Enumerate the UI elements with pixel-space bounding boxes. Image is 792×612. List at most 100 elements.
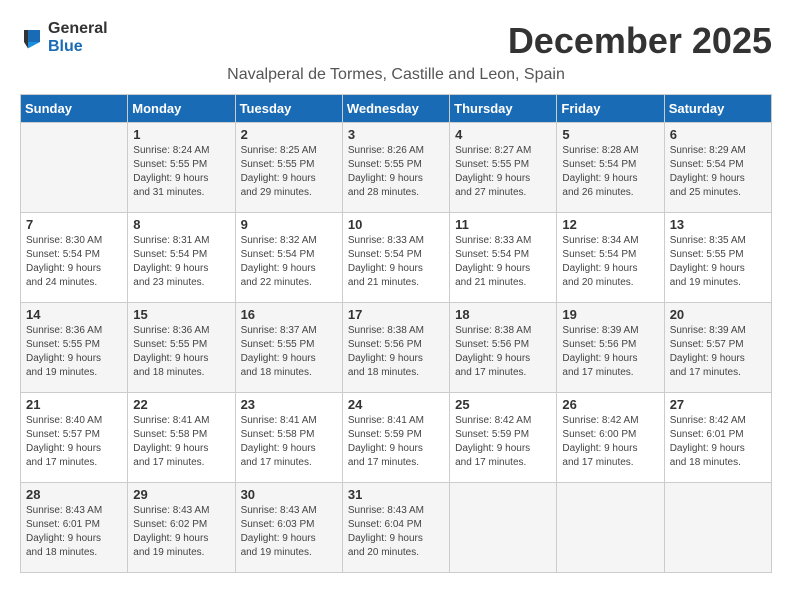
calendar-week-5: 28Sunrise: 8:43 AM Sunset: 6:01 PM Dayli… bbox=[21, 483, 772, 573]
calendar-cell: 20 Sunrise: 8:39 AM Sunset: 5:57 PM Dayli… bbox=[664, 303, 771, 393]
day-info: Sunrise: 8:38 AM Sunset: 5:56 PM Dayligh… bbox=[455, 324, 551, 380]
day-number: 10 bbox=[348, 217, 444, 232]
calendar-cell: 28Sunrise: 8:43 AM Sunset: 6:01 PM Dayli… bbox=[21, 483, 128, 573]
calendar-week-1: 1 Sunrise: 8:24 AM Sunset: 5:55 PM Daylig… bbox=[21, 123, 772, 213]
calendar-cell: 7Sunrise: 8:30 AM Sunset: 5:54 PM Daylig… bbox=[21, 213, 128, 303]
calendar-cell: 31 Sunrise: 8:43 AM Sunset: 6:04 PM Dayli… bbox=[342, 483, 449, 573]
day-number: 27 bbox=[670, 397, 766, 412]
day-number: 25 bbox=[455, 397, 551, 412]
logo-blue: Blue bbox=[48, 38, 108, 56]
calendar-cell: 19Sunrise: 8:39 AM Sunset: 5:56 PM Dayli… bbox=[557, 303, 664, 393]
day-info: Sunrise: 8:36 AM Sunset: 5:55 PM Dayligh… bbox=[133, 324, 229, 380]
header-wednesday: Wednesday bbox=[342, 95, 449, 123]
calendar-week-2: 7Sunrise: 8:30 AM Sunset: 5:54 PM Daylig… bbox=[21, 213, 772, 303]
calendar-cell: 10 Sunrise: 8:33 AM Sunset: 5:54 PM Dayli… bbox=[342, 213, 449, 303]
day-info: Sunrise: 8:35 AM Sunset: 5:55 PM Dayligh… bbox=[670, 234, 766, 290]
day-number: 7 bbox=[26, 217, 122, 232]
day-number: 29 bbox=[133, 487, 229, 502]
day-number: 2 bbox=[241, 127, 337, 142]
day-number: 28 bbox=[26, 487, 122, 502]
day-info: Sunrise: 8:42 AM Sunset: 5:59 PM Dayligh… bbox=[455, 414, 551, 470]
day-info: Sunrise: 8:42 AM Sunset: 6:00 PM Dayligh… bbox=[562, 414, 658, 470]
day-info: Sunrise: 8:33 AM Sunset: 5:54 PM Dayligh… bbox=[348, 234, 444, 290]
calendar-cell: 6Sunrise: 8:29 AM Sunset: 5:54 PM Daylig… bbox=[664, 123, 771, 213]
calendar-cell: 13 Sunrise: 8:35 AM Sunset: 5:55 PM Dayli… bbox=[664, 213, 771, 303]
header-thursday: Thursday bbox=[450, 95, 557, 123]
day-number: 5 bbox=[562, 127, 658, 142]
day-number: 14 bbox=[26, 307, 122, 322]
day-info: Sunrise: 8:41 AM Sunset: 5:58 PM Dayligh… bbox=[241, 414, 337, 470]
day-number: 15 bbox=[133, 307, 229, 322]
day-number: 24 bbox=[348, 397, 444, 412]
day-info: Sunrise: 8:31 AM Sunset: 5:54 PM Dayligh… bbox=[133, 234, 229, 290]
day-number: 22 bbox=[133, 397, 229, 412]
calendar-cell bbox=[21, 123, 128, 213]
header-monday: Monday bbox=[128, 95, 235, 123]
calendar-cell: 22 Sunrise: 8:41 AM Sunset: 5:58 PM Dayli… bbox=[128, 393, 235, 483]
day-number: 8 bbox=[133, 217, 229, 232]
calendar-cell: 4Sunrise: 8:27 AM Sunset: 5:55 PM Daylig… bbox=[450, 123, 557, 213]
calendar-cell: 25 Sunrise: 8:42 AM Sunset: 5:59 PM Dayli… bbox=[450, 393, 557, 483]
day-number: 1 bbox=[133, 127, 229, 142]
calendar-cell: 8 Sunrise: 8:31 AM Sunset: 5:54 PM Daylig… bbox=[128, 213, 235, 303]
day-number: 18 bbox=[455, 307, 551, 322]
calendar-week-4: 21 Sunrise: 8:40 AM Sunset: 5:57 PM Dayli… bbox=[21, 393, 772, 483]
header-sunday: Sunday bbox=[21, 95, 128, 123]
calendar-cell: 30 Sunrise: 8:43 AM Sunset: 6:03 PM Dayli… bbox=[235, 483, 342, 573]
calendar-cell bbox=[664, 483, 771, 573]
day-info: Sunrise: 8:40 AM Sunset: 5:57 PM Dayligh… bbox=[26, 414, 122, 470]
calendar-cell: 21 Sunrise: 8:40 AM Sunset: 5:57 PM Dayli… bbox=[21, 393, 128, 483]
day-info: Sunrise: 8:43 AM Sunset: 6:04 PM Dayligh… bbox=[348, 504, 444, 560]
day-number: 30 bbox=[241, 487, 337, 502]
day-number: 3 bbox=[348, 127, 444, 142]
day-info: Sunrise: 8:43 AM Sunset: 6:02 PM Dayligh… bbox=[133, 504, 229, 560]
day-number: 21 bbox=[26, 397, 122, 412]
calendar-cell: 2Sunrise: 8:25 AM Sunset: 5:55 PM Daylig… bbox=[235, 123, 342, 213]
calendar-cell: 27 Sunrise: 8:42 AM Sunset: 6:01 PM Dayli… bbox=[664, 393, 771, 483]
calendar-table: SundayMondayTuesdayWednesdayThursdayFrid… bbox=[20, 94, 772, 573]
calendar-cell: 14 Sunrise: 8:36 AM Sunset: 5:55 PM Dayli… bbox=[21, 303, 128, 393]
header-saturday: Saturday bbox=[664, 95, 771, 123]
logo-icon bbox=[20, 26, 44, 50]
location-title: Navalperal de Tormes, Castille and Leon,… bbox=[20, 66, 772, 84]
logo-general: General bbox=[48, 20, 108, 38]
day-info: Sunrise: 8:37 AM Sunset: 5:55 PM Dayligh… bbox=[241, 324, 337, 380]
day-info: Sunrise: 8:42 AM Sunset: 6:01 PM Dayligh… bbox=[670, 414, 766, 470]
day-number: 11 bbox=[455, 217, 551, 232]
calendar-cell: 3Sunrise: 8:26 AM Sunset: 5:55 PM Daylig… bbox=[342, 123, 449, 213]
header-friday: Friday bbox=[557, 95, 664, 123]
logo: General Blue bbox=[20, 20, 108, 55]
day-number: 20 bbox=[670, 307, 766, 322]
day-info: Sunrise: 8:36 AM Sunset: 5:55 PM Dayligh… bbox=[26, 324, 122, 380]
day-info: Sunrise: 8:33 AM Sunset: 5:54 PM Dayligh… bbox=[455, 234, 551, 290]
calendar-cell: 5 Sunrise: 8:28 AM Sunset: 5:54 PM Daylig… bbox=[557, 123, 664, 213]
calendar-cell bbox=[557, 483, 664, 573]
day-number: 6 bbox=[670, 127, 766, 142]
day-number: 16 bbox=[241, 307, 337, 322]
day-number: 31 bbox=[348, 487, 444, 502]
header-tuesday: Tuesday bbox=[235, 95, 342, 123]
day-info: Sunrise: 8:38 AM Sunset: 5:56 PM Dayligh… bbox=[348, 324, 444, 380]
day-info: Sunrise: 8:41 AM Sunset: 5:58 PM Dayligh… bbox=[133, 414, 229, 470]
day-info: Sunrise: 8:24 AM Sunset: 5:55 PM Dayligh… bbox=[133, 144, 229, 200]
day-info: Sunrise: 8:28 AM Sunset: 5:54 PM Dayligh… bbox=[562, 144, 658, 200]
calendar-week-3: 14 Sunrise: 8:36 AM Sunset: 5:55 PM Dayli… bbox=[21, 303, 772, 393]
day-info: Sunrise: 8:41 AM Sunset: 5:59 PM Dayligh… bbox=[348, 414, 444, 470]
day-info: Sunrise: 8:39 AM Sunset: 5:57 PM Dayligh… bbox=[670, 324, 766, 380]
calendar-header: SundayMondayTuesdayWednesdayThursdayFrid… bbox=[21, 95, 772, 123]
day-number: 9 bbox=[241, 217, 337, 232]
day-number: 13 bbox=[670, 217, 766, 232]
month-title: December 2025 bbox=[508, 20, 772, 62]
calendar-cell: 24 Sunrise: 8:41 AM Sunset: 5:59 PM Dayli… bbox=[342, 393, 449, 483]
calendar-cell: 26Sunrise: 8:42 AM Sunset: 6:00 PM Dayli… bbox=[557, 393, 664, 483]
day-number: 23 bbox=[241, 397, 337, 412]
day-info: Sunrise: 8:43 AM Sunset: 6:03 PM Dayligh… bbox=[241, 504, 337, 560]
day-number: 4 bbox=[455, 127, 551, 142]
calendar-body: 1 Sunrise: 8:24 AM Sunset: 5:55 PM Daylig… bbox=[21, 123, 772, 573]
calendar-cell: 9Sunrise: 8:32 AM Sunset: 5:54 PM Daylig… bbox=[235, 213, 342, 303]
calendar-cell: 12Sunrise: 8:34 AM Sunset: 5:54 PM Dayli… bbox=[557, 213, 664, 303]
calendar-cell: 18 Sunrise: 8:38 AM Sunset: 5:56 PM Dayli… bbox=[450, 303, 557, 393]
day-number: 19 bbox=[562, 307, 658, 322]
calendar-cell bbox=[450, 483, 557, 573]
calendar-cell: 17Sunrise: 8:38 AM Sunset: 5:56 PM Dayli… bbox=[342, 303, 449, 393]
